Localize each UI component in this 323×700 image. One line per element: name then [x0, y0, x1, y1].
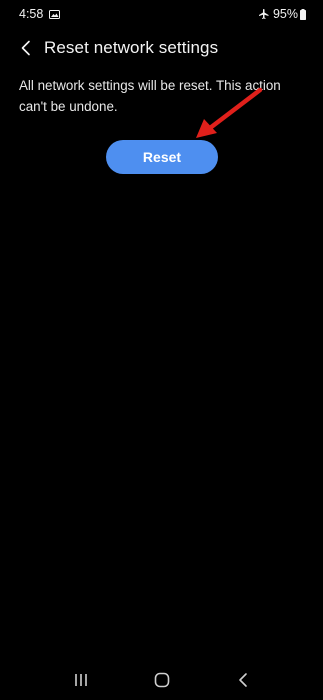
- status-time: 4:58: [19, 7, 44, 21]
- back-button[interactable]: [14, 36, 38, 60]
- page-title: Reset network settings: [44, 38, 219, 57]
- battery-icon: [300, 8, 306, 20]
- status-bar: 4:58 95%: [0, 0, 323, 28]
- chevron-left-icon: [21, 40, 30, 56]
- navigation-bar: [0, 660, 323, 700]
- home-icon: [154, 672, 169, 688]
- home-button[interactable]: [150, 668, 174, 692]
- airplane-mode-icon: [258, 9, 269, 19]
- status-left: 4:58: [19, 7, 61, 21]
- recent-apps-button[interactable]: [69, 668, 93, 692]
- recent-apps-icon: [74, 674, 87, 686]
- battery-percentage: 95%: [272, 7, 298, 21]
- nav-back-button[interactable]: [231, 668, 255, 692]
- back-icon: [238, 673, 247, 687]
- gallery-icon: [49, 9, 61, 19]
- screen: 4:58 95% Reset network settings All netw…: [0, 0, 323, 700]
- red-arrow-annotation: [196, 87, 263, 138]
- app-header: Reset network settings: [0, 34, 323, 62]
- status-right: 95%: [258, 7, 306, 21]
